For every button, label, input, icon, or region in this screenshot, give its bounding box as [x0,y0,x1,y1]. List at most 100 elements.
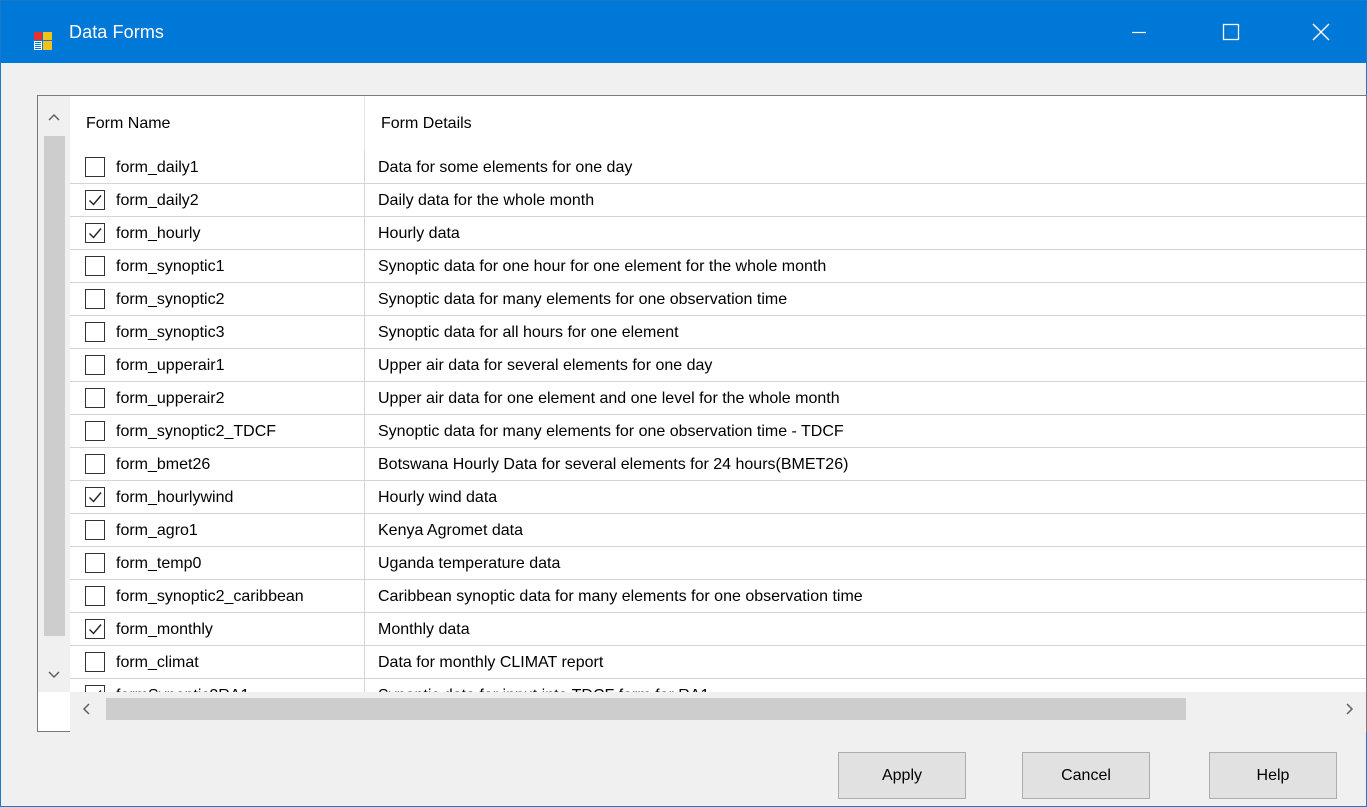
table-row[interactable]: form_daily1 Data for some elements for on… [70,151,1366,184]
row-checkbox[interactable] [85,322,105,342]
table-row[interactable]: form_upperair2 Upper air data for one ele… [70,382,1366,415]
table-row[interactable]: form_climat Data for monthly CLIMAT repor… [70,646,1366,679]
scroll-up-button[interactable] [38,104,70,130]
column-divider [364,481,365,514]
title-bar[interactable]: Data Forms [1,1,1366,63]
row-checkbox[interactable] [85,223,105,243]
form-name-cell[interactable]: form_agro1 [116,514,365,547]
table-row[interactable]: form_agro1 Kenya Agromet data [70,514,1366,547]
table-row[interactable]: form_daily2 Daily data for the whole mont… [70,184,1366,217]
column-divider [364,613,365,646]
help-button[interactable]: Help [1209,752,1337,799]
column-divider [364,646,365,679]
maximize-button[interactable] [1186,1,1276,63]
scroll-right-button[interactable] [1332,692,1366,726]
checkmark-icon [89,195,102,206]
checkmark-icon [89,492,102,503]
form-name-cell[interactable]: form_synoptic2 [116,283,365,316]
row-checkbox[interactable] [85,289,105,309]
chevron-down-icon [48,671,60,679]
row-checkbox[interactable] [85,553,105,573]
form-name-cell[interactable]: formSynoptic2RA1 [116,679,365,692]
table-row[interactable]: form_hourlywind Hourly wind data [70,481,1366,514]
form-details-cell[interactable]: Data for monthly CLIMAT report [378,646,1358,679]
minimize-button[interactable] [1094,1,1184,63]
table-row[interactable]: form_synoptic3 Synoptic data for all hour… [70,316,1366,349]
close-button[interactable] [1276,1,1366,63]
row-checkbox[interactable] [85,190,105,210]
form-name-cell[interactable]: form_synoptic1 [116,250,365,283]
table-row[interactable]: form_temp0 Uganda temperature data [70,547,1366,580]
row-checkbox[interactable] [85,454,105,474]
form-name-cell[interactable]: form_monthly [116,613,365,646]
form-details-cell[interactable]: Upper air data for one element and one l… [378,382,1358,415]
row-checkbox[interactable] [85,619,105,639]
form-name-cell[interactable]: form_daily1 [116,151,365,184]
form-details-cell[interactable]: Synoptic data for one hour for one eleme… [378,250,1358,283]
horizontal-scrollbar[interactable] [70,692,1366,732]
form-name-cell[interactable]: form_hourly [116,217,365,250]
form-details-cell[interactable]: Data for some elements for one day [378,151,1358,184]
form-name-cell[interactable]: form_synoptic2_TDCF [116,415,365,448]
row-checkbox[interactable] [85,487,105,507]
row-checkbox[interactable] [85,652,105,672]
form-name-cell[interactable]: form_temp0 [116,547,365,580]
form-details-cell[interactable]: Synoptic data for many elements for one … [378,415,1358,448]
table-row[interactable]: form_bmet26 Botswana Hourly Data for seve… [70,448,1366,481]
scroll-left-button[interactable] [70,692,104,726]
form-name-cell[interactable]: form_hourlywind [116,481,365,514]
form-details-cell[interactable]: Synoptic data for all hours for one elem… [378,316,1358,349]
column-header-form-name[interactable]: Form Name [70,96,365,151]
row-checkbox[interactable] [85,421,105,441]
form-name-cell[interactable]: form_climat [116,646,365,679]
form-details-cell[interactable]: Daily data for the whole month [378,184,1358,217]
row-checkbox[interactable] [85,520,105,540]
row-checkbox[interactable] [85,586,105,606]
form-name-cell[interactable]: form_daily2 [116,184,365,217]
row-checkbox[interactable] [85,157,105,177]
table-row[interactable]: form_synoptic1 Synoptic data for one hour… [70,250,1366,283]
form-details-cell[interactable]: Synoptic data for input into TDCF form f… [378,679,1358,692]
form-details-cell[interactable]: Botswana Hourly Data for several element… [378,448,1358,481]
column-divider [364,514,365,547]
cancel-button[interactable]: Cancel [1022,752,1150,799]
form-details-cell[interactable]: Hourly data [378,217,1358,250]
horizontal-scroll-thumb[interactable] [106,698,1186,720]
vertical-scrollbar[interactable] [38,96,70,692]
column-header-form-details[interactable]: Form Details [365,96,1366,151]
table-row[interactable]: form_synoptic2_caribbean Caribbean synopt… [70,580,1366,613]
chevron-right-icon [1346,703,1354,715]
vertical-scroll-thumb[interactable] [44,136,65,636]
table-row[interactable]: formSynoptic2RA1 Synoptic data for input … [70,679,1366,692]
scroll-down-button[interactable] [38,662,70,688]
table-row[interactable]: form_synoptic2 Synoptic data for many ele… [70,283,1366,316]
form-name-cell[interactable]: form_upperair1 [116,349,365,382]
form-details-cell[interactable]: Hourly wind data [378,481,1358,514]
form-details-cell[interactable]: Kenya Agromet data [378,514,1358,547]
column-divider [364,382,365,415]
form-details-cell[interactable]: Monthly data [378,613,1358,646]
chevron-up-icon [48,113,60,121]
table-row[interactable]: form_hourly Hourly data [70,217,1366,250]
form-details-cell[interactable]: Caribbean synoptic data for many element… [378,580,1358,613]
row-checkbox[interactable] [85,355,105,375]
minimize-icon [1132,31,1146,34]
row-checkbox[interactable] [85,388,105,408]
checkmark-icon [89,228,102,239]
forms-grid[interactable]: Form Name Form Details form_daily1 Data f… [37,95,1367,732]
form-name-cell[interactable]: form_synoptic2_caribbean [116,580,365,613]
table-row[interactable]: form_synoptic2_TDCF Synoptic data for man… [70,415,1366,448]
row-checkbox[interactable] [85,685,105,692]
apply-button[interactable]: Apply [838,752,966,799]
column-divider [364,217,365,250]
form-details-cell[interactable]: Upper air data for several elements for … [378,349,1358,382]
table-row[interactable]: form_upperair1 Upper air data for several… [70,349,1366,382]
form-details-cell[interactable]: Uganda temperature data [378,547,1358,580]
form-details-cell[interactable]: Synoptic data for many elements for one … [378,283,1358,316]
column-divider [364,250,365,283]
form-name-cell[interactable]: form_synoptic3 [116,316,365,349]
form-name-cell[interactable]: form_upperair2 [116,382,365,415]
row-checkbox[interactable] [85,256,105,276]
form-name-cell[interactable]: form_bmet26 [116,448,365,481]
table-row[interactable]: form_monthly Monthly data [70,613,1366,646]
